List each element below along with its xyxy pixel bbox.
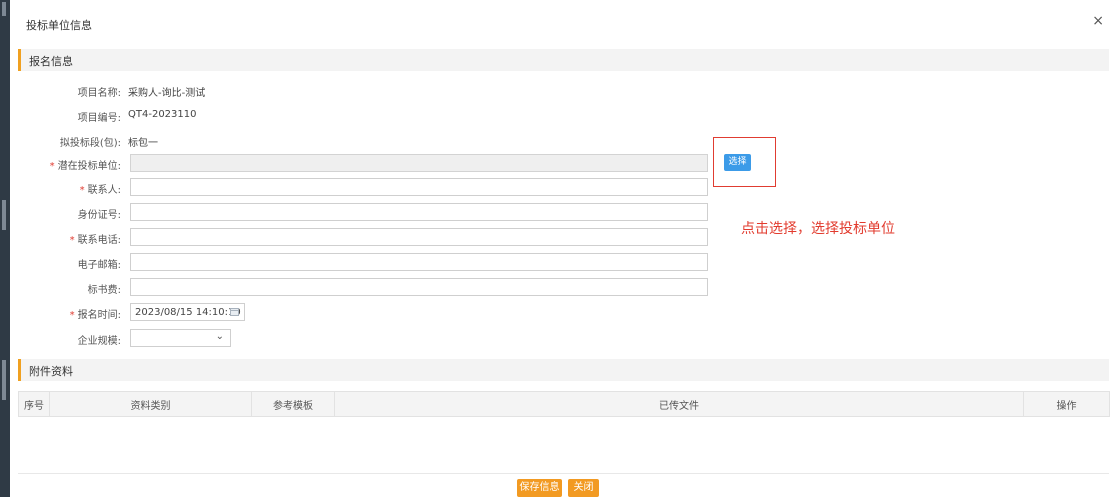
strip-marker-mid [2, 200, 6, 230]
strip-marker-low [2, 360, 6, 400]
value-project-name: 采购人-询比-测试 [128, 88, 206, 99]
annotation-text: 点击选择，选择投标单位 [741, 221, 895, 237]
phone-input[interactable] [130, 228, 708, 246]
label-project-name: 项目名称: [77, 88, 121, 99]
label-phone-text: 联系电话: [77, 235, 121, 246]
section-header-signup: 报名信息 [18, 49, 1109, 71]
left-sidebar-strip [0, 0, 10, 497]
label-phone: * 联系电话: [10, 231, 121, 246]
col-header-actions: 操作 [1023, 391, 1110, 417]
calendar-icon[interactable] [230, 308, 239, 316]
close-button[interactable]: 关闭 [568, 479, 599, 497]
value-project-code: QT4-2023110 [128, 109, 197, 120]
email-input[interactable] [130, 253, 708, 271]
strip-marker-top [2, 2, 6, 16]
label-bidder-text: 潜在投标单位: [57, 161, 121, 172]
label-signup-time-text: 报名时间: [77, 310, 121, 321]
table-header-row: 序号 资料类别 参考模板 已传文件 操作 [18, 391, 1110, 417]
signup-time-value: 2023/08/15 14:10:10 [135, 307, 241, 318]
label-bid-package: 拟投标段(包): [59, 138, 121, 149]
label-contact-text: 联系人: [87, 185, 121, 196]
col-header-index: 序号 [18, 391, 50, 417]
required-mark: * [69, 235, 75, 246]
signup-time-input[interactable]: 2023/08/15 14:10:10 [130, 303, 245, 321]
attachments-table: 序号 资料类别 参考模板 已传文件 操作 [18, 391, 1110, 417]
required-mark: * [79, 185, 85, 196]
label-email: 电子邮箱: [77, 260, 121, 271]
id-number-input[interactable] [130, 203, 708, 221]
section-title-signup: 报名信息 [29, 55, 73, 68]
company-size-select[interactable]: ⌄ [130, 329, 231, 347]
label-id-number: 身份证号: [77, 210, 121, 221]
col-header-template: 参考模板 [251, 391, 335, 417]
close-icon[interactable]: × [1092, 13, 1104, 29]
required-mark: * [69, 310, 75, 321]
bidder-info-dialog: 投标单位信息 × 报名信息 项目名称: 采购人-询比-测试 项目编号: QT4-… [10, 0, 1112, 497]
label-project-code: 项目编号: [77, 113, 121, 124]
select-bidder-button[interactable]: 选择 [724, 154, 751, 171]
col-header-uploaded: 已传文件 [334, 391, 1024, 417]
col-header-category: 资料类别 [49, 391, 252, 417]
label-signup-time: * 报名时间: [10, 306, 121, 321]
section-header-attachments: 附件资料 [18, 359, 1109, 381]
doc-fee-input[interactable] [130, 278, 708, 296]
label-contact: * 联系人: [10, 181, 121, 196]
value-bid-package: 标包一 [128, 138, 158, 149]
required-mark: * [49, 161, 55, 172]
label-doc-fee: 标书费: [87, 285, 121, 296]
footer-divider [18, 473, 1109, 474]
label-bidder: * 潜在投标单位: [10, 157, 121, 172]
section-title-attachments: 附件资料 [29, 365, 73, 378]
save-button[interactable]: 保存信息 [517, 479, 562, 497]
label-company-size: 企业规模: [77, 336, 121, 347]
chevron-down-icon: ⌄ [215, 331, 224, 342]
bidder-input[interactable] [130, 154, 708, 172]
contact-input[interactable] [130, 178, 708, 196]
dialog-title: 投标单位信息 [26, 19, 92, 32]
